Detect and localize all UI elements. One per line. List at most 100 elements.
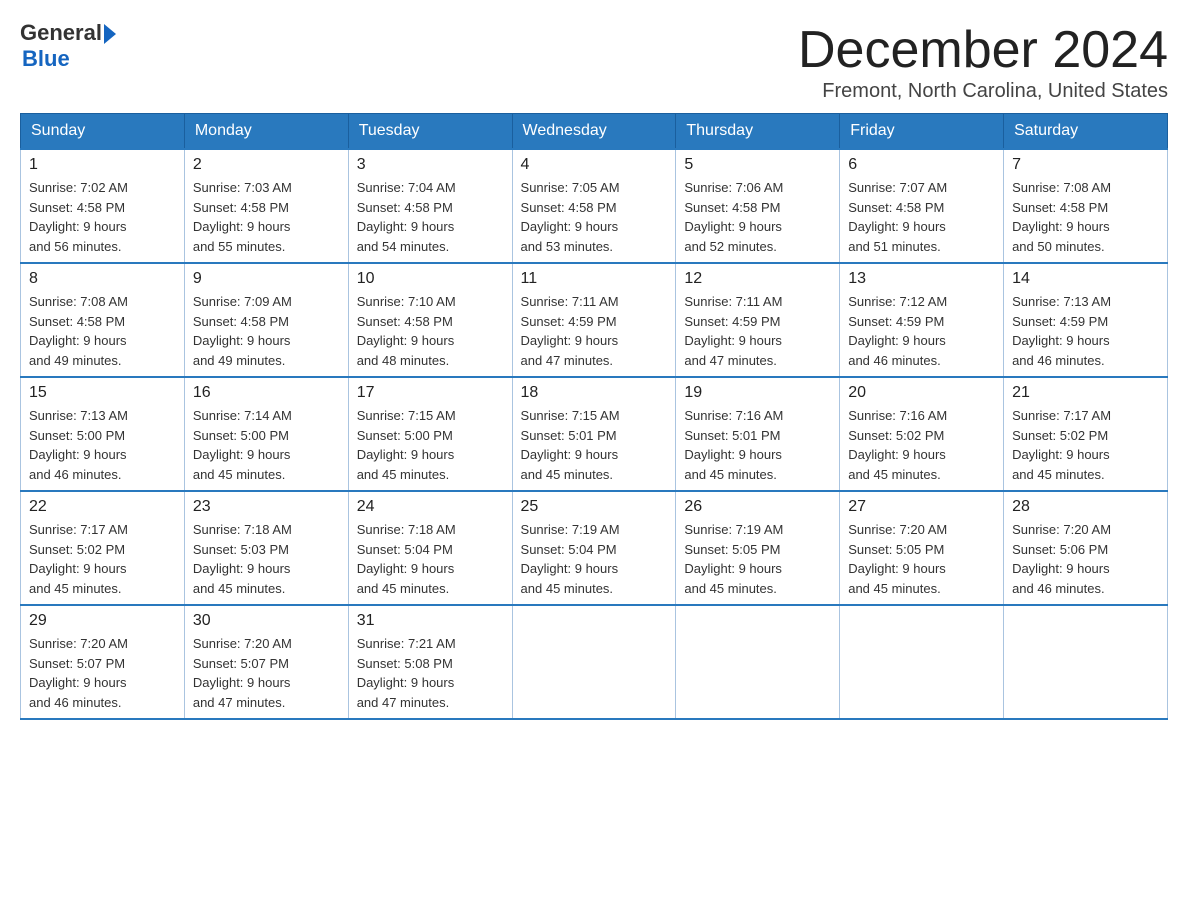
calendar-cell: 12 Sunrise: 7:11 AM Sunset: 4:59 PM Dayl… [676, 263, 840, 377]
daylight-text: Daylight: 9 hours [521, 447, 619, 462]
daylight-minutes: and 46 minutes. [848, 353, 941, 368]
daylight-text: Daylight: 9 hours [357, 447, 455, 462]
calendar-cell: 18 Sunrise: 7:15 AM Sunset: 5:01 PM Dayl… [512, 377, 676, 491]
sunset-text: Sunset: 4:58 PM [357, 200, 453, 215]
day-number: 21 [1012, 384, 1159, 402]
daylight-text: Daylight: 9 hours [521, 333, 619, 348]
sunrise-text: Sunrise: 7:20 AM [29, 636, 128, 651]
calendar-cell: 2 Sunrise: 7:03 AM Sunset: 4:58 PM Dayli… [184, 149, 348, 263]
daylight-minutes: and 46 minutes. [29, 695, 122, 710]
calendar-table: SundayMondayTuesdayWednesdayThursdayFrid… [20, 113, 1168, 720]
calendar-cell [676, 605, 840, 719]
day-number: 18 [521, 384, 668, 402]
sunrise-text: Sunrise: 7:11 AM [521, 294, 619, 309]
day-number: 31 [357, 612, 504, 630]
day-info: Sunrise: 7:20 AM Sunset: 5:05 PM Dayligh… [848, 520, 995, 598]
daylight-minutes: and 45 minutes. [521, 581, 614, 596]
day-number: 20 [848, 384, 995, 402]
calendar-cell: 20 Sunrise: 7:16 AM Sunset: 5:02 PM Dayl… [840, 377, 1004, 491]
day-info: Sunrise: 7:11 AM Sunset: 4:59 PM Dayligh… [521, 292, 668, 370]
month-title: December 2024 [798, 20, 1168, 80]
daylight-text: Daylight: 9 hours [357, 333, 455, 348]
sunset-text: Sunset: 5:06 PM [1012, 542, 1108, 557]
day-number: 16 [193, 384, 340, 402]
calendar-cell: 9 Sunrise: 7:09 AM Sunset: 4:58 PM Dayli… [184, 263, 348, 377]
calendar-week-2: 8 Sunrise: 7:08 AM Sunset: 4:58 PM Dayli… [21, 263, 1168, 377]
daylight-text: Daylight: 9 hours [193, 219, 291, 234]
day-info: Sunrise: 7:05 AM Sunset: 4:58 PM Dayligh… [521, 178, 668, 256]
daylight-minutes: and 46 minutes. [29, 467, 122, 482]
daylight-text: Daylight: 9 hours [521, 561, 619, 576]
daylight-text: Daylight: 9 hours [521, 219, 619, 234]
daylight-minutes: and 54 minutes. [357, 239, 450, 254]
daylight-minutes: and 47 minutes. [684, 353, 777, 368]
calendar-cell: 30 Sunrise: 7:20 AM Sunset: 5:07 PM Dayl… [184, 605, 348, 719]
calendar-cell: 26 Sunrise: 7:19 AM Sunset: 5:05 PM Dayl… [676, 491, 840, 605]
weekday-header-sunday: Sunday [21, 114, 185, 150]
title-section: December 2024 Fremont, North Carolina, U… [798, 20, 1168, 103]
sunset-text: Sunset: 5:04 PM [521, 542, 617, 557]
daylight-text: Daylight: 9 hours [193, 333, 291, 348]
sunrise-text: Sunrise: 7:18 AM [193, 522, 292, 537]
calendar-cell [1004, 605, 1168, 719]
daylight-minutes: and 51 minutes. [848, 239, 941, 254]
calendar-cell: 16 Sunrise: 7:14 AM Sunset: 5:00 PM Dayl… [184, 377, 348, 491]
day-info: Sunrise: 7:09 AM Sunset: 4:58 PM Dayligh… [193, 292, 340, 370]
weekday-header-tuesday: Tuesday [348, 114, 512, 150]
calendar-week-5: 29 Sunrise: 7:20 AM Sunset: 5:07 PM Dayl… [21, 605, 1168, 719]
sunset-text: Sunset: 4:59 PM [521, 314, 617, 329]
calendar-cell: 21 Sunrise: 7:17 AM Sunset: 5:02 PM Dayl… [1004, 377, 1168, 491]
day-info: Sunrise: 7:16 AM Sunset: 5:01 PM Dayligh… [684, 406, 831, 484]
sunrise-text: Sunrise: 7:08 AM [29, 294, 128, 309]
day-number: 17 [357, 384, 504, 402]
day-info: Sunrise: 7:08 AM Sunset: 4:58 PM Dayligh… [29, 292, 176, 370]
daylight-minutes: and 48 minutes. [357, 353, 450, 368]
sunrise-text: Sunrise: 7:17 AM [29, 522, 128, 537]
daylight-minutes: and 45 minutes. [357, 467, 450, 482]
weekday-header-monday: Monday [184, 114, 348, 150]
daylight-minutes: and 52 minutes. [684, 239, 777, 254]
sunset-text: Sunset: 4:58 PM [29, 314, 125, 329]
sunrise-text: Sunrise: 7:16 AM [848, 408, 947, 423]
daylight-text: Daylight: 9 hours [29, 219, 127, 234]
sunset-text: Sunset: 5:07 PM [29, 656, 125, 671]
calendar-cell: 1 Sunrise: 7:02 AM Sunset: 4:58 PM Dayli… [21, 149, 185, 263]
day-info: Sunrise: 7:12 AM Sunset: 4:59 PM Dayligh… [848, 292, 995, 370]
calendar-cell: 7 Sunrise: 7:08 AM Sunset: 4:58 PM Dayli… [1004, 149, 1168, 263]
calendar-cell: 4 Sunrise: 7:05 AM Sunset: 4:58 PM Dayli… [512, 149, 676, 263]
daylight-text: Daylight: 9 hours [684, 219, 782, 234]
day-number: 26 [684, 498, 831, 516]
calendar-cell: 11 Sunrise: 7:11 AM Sunset: 4:59 PM Dayl… [512, 263, 676, 377]
sunset-text: Sunset: 5:02 PM [1012, 428, 1108, 443]
sunset-text: Sunset: 5:07 PM [193, 656, 289, 671]
day-info: Sunrise: 7:10 AM Sunset: 4:58 PM Dayligh… [357, 292, 504, 370]
day-number: 15 [29, 384, 176, 402]
weekday-header-saturday: Saturday [1004, 114, 1168, 150]
daylight-minutes: and 45 minutes. [29, 581, 122, 596]
daylight-text: Daylight: 9 hours [29, 675, 127, 690]
day-number: 19 [684, 384, 831, 402]
daylight-text: Daylight: 9 hours [684, 333, 782, 348]
day-info: Sunrise: 7:04 AM Sunset: 4:58 PM Dayligh… [357, 178, 504, 256]
calendar-cell: 14 Sunrise: 7:13 AM Sunset: 4:59 PM Dayl… [1004, 263, 1168, 377]
weekday-header-thursday: Thursday [676, 114, 840, 150]
calendar-cell: 31 Sunrise: 7:21 AM Sunset: 5:08 PM Dayl… [348, 605, 512, 719]
day-info: Sunrise: 7:16 AM Sunset: 5:02 PM Dayligh… [848, 406, 995, 484]
calendar-cell: 22 Sunrise: 7:17 AM Sunset: 5:02 PM Dayl… [21, 491, 185, 605]
day-number: 14 [1012, 270, 1159, 288]
calendar-cell: 5 Sunrise: 7:06 AM Sunset: 4:58 PM Dayli… [676, 149, 840, 263]
daylight-text: Daylight: 9 hours [29, 561, 127, 576]
sunrise-text: Sunrise: 7:19 AM [521, 522, 620, 537]
daylight-text: Daylight: 9 hours [357, 561, 455, 576]
daylight-text: Daylight: 9 hours [357, 219, 455, 234]
day-number: 10 [357, 270, 504, 288]
sunrise-text: Sunrise: 7:02 AM [29, 180, 128, 195]
day-number: 12 [684, 270, 831, 288]
day-number: 28 [1012, 498, 1159, 516]
calendar-cell: 6 Sunrise: 7:07 AM Sunset: 4:58 PM Dayli… [840, 149, 1004, 263]
day-info: Sunrise: 7:06 AM Sunset: 4:58 PM Dayligh… [684, 178, 831, 256]
day-number: 13 [848, 270, 995, 288]
calendar-cell: 17 Sunrise: 7:15 AM Sunset: 5:00 PM Dayl… [348, 377, 512, 491]
sunset-text: Sunset: 5:01 PM [684, 428, 780, 443]
day-number: 8 [29, 270, 176, 288]
